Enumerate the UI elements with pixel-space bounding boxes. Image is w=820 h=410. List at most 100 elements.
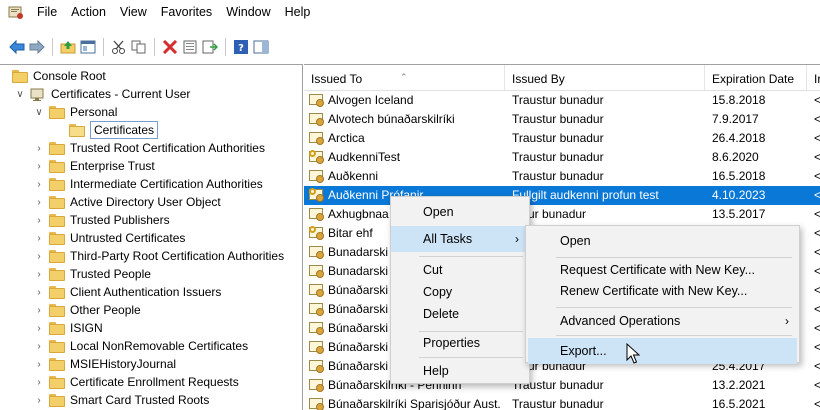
cell-expiration-date: 13.5.2017 — [712, 207, 766, 221]
column-header-label: Issued By — [512, 72, 565, 86]
table-row[interactable]: Auðkenni Prófanir Fullgilt audkenni profu… — [304, 186, 820, 205]
tree-item-store[interactable]: › Third-Party Root Certification Authori… — [33, 247, 284, 265]
tree-item-label: Enterprise Trust — [70, 159, 155, 173]
cell-issued-by: Traustur bunadur — [512, 397, 604, 410]
cell-intended-purposes: < — [814, 129, 820, 148]
menu-action[interactable]: Action — [64, 0, 113, 24]
tree-item-store[interactable]: › Enterprise Trust — [33, 157, 155, 175]
chevron-right-icon[interactable]: › — [33, 355, 45, 373]
chevron-right-icon: › — [785, 314, 789, 328]
properties-icon[interactable] — [181, 38, 199, 56]
chevron-right-icon[interactable]: › — [33, 211, 45, 229]
submenu-export[interactable]: Export... — [528, 338, 797, 364]
certificate-icon — [309, 321, 325, 336]
chevron-right-icon[interactable]: › — [33, 391, 45, 409]
chevron-right-icon[interactable]: › — [33, 229, 45, 247]
context-menu-delete[interactable]: Delete — [391, 301, 529, 327]
menu-window[interactable]: Window — [219, 0, 277, 24]
context-menu-properties[interactable]: Properties — [391, 330, 529, 356]
context-menu-help[interactable]: Help — [391, 358, 529, 384]
delete-icon[interactable] — [161, 38, 179, 56]
show-hide-tree-icon[interactable] — [79, 38, 97, 56]
action-pane-icon[interactable] — [252, 38, 270, 56]
tree-item-store[interactable]: › Certificate Enrollment Requests — [33, 373, 238, 391]
table-row[interactable]: AudkenniTest Traustur bunadur 8.6.2020 < — [304, 148, 820, 167]
back-arrow-icon[interactable] — [8, 38, 26, 56]
context-menu-all-tasks[interactable]: All Tasks › — [391, 226, 529, 252]
tree-item-store[interactable]: › Trusted People — [33, 265, 151, 283]
column-header-intended-purposes[interactable]: Ir — [807, 65, 820, 91]
tree-item-label: Third-Party Root Certification Authoriti… — [70, 249, 285, 263]
tree-item-store[interactable]: › Local NonRemovable Certificates — [33, 337, 248, 355]
chevron-right-icon[interactable]: › — [33, 247, 45, 265]
tree-item-store[interactable]: › Untrusted Certificates — [33, 229, 185, 247]
table-row[interactable]: Búnaðarskilríki - Penninn Traustur bunadu… — [304, 376, 820, 395]
column-header-expiration-date[interactable]: Expiration Date — [705, 65, 807, 91]
copy-icon[interactable] — [130, 38, 148, 56]
menu-help[interactable]: Help — [278, 0, 318, 24]
export-list-icon[interactable] — [201, 38, 219, 56]
cell-intended-purposes: < — [814, 148, 820, 167]
context-menu-open[interactable]: Open — [391, 199, 529, 225]
cell-issued-by: Traustur bunadur — [512, 112, 604, 126]
chevron-right-icon[interactable]: › — [33, 193, 45, 211]
chevron-right-icon[interactable]: › — [33, 373, 45, 391]
chevron-down-icon[interactable]: ∨ — [14, 85, 26, 103]
column-header-label: Ir — [814, 72, 820, 86]
folder-up-icon[interactable] — [59, 38, 77, 56]
table-row[interactable]: Alvogen Iceland Traustur bunadur 15.8.2018… — [304, 91, 820, 110]
chevron-right-icon[interactable]: › — [33, 157, 45, 175]
chevron-right-icon[interactable]: › — [33, 265, 45, 283]
column-header-issued-by[interactable]: Issued By — [505, 65, 705, 91]
certificate-icon — [309, 93, 325, 108]
menu-view[interactable]: View — [113, 0, 154, 24]
tree-item-label: Trusted People — [70, 267, 151, 281]
tree-item-store[interactable]: › Smart Card Trusted Roots — [33, 391, 209, 409]
tree-item-store[interactable]: › MSIEHistoryJournal — [33, 355, 176, 373]
console-tree-pane: Console Root ∨ Certificates - Current Us… — [0, 64, 303, 410]
chevron-right-icon[interactable]: › — [33, 175, 45, 193]
tree-item-store[interactable]: › Other People — [33, 301, 140, 319]
tree-item-console-root[interactable]: Console Root — [12, 67, 106, 85]
table-row[interactable]: Auðkenni Traustur bunadur 16.5.2018 < — [304, 167, 820, 186]
tree-item-current-user[interactable]: ∨ Certificates - Current User — [14, 85, 190, 103]
list-header: Issued To ⌃ Issued By Expiration Date Ir — [304, 65, 820, 91]
chevron-right-icon[interactable]: › — [33, 139, 45, 157]
tree-item-personal[interactable]: ∨ Personal — [33, 103, 117, 121]
help-icon[interactable]: ? — [232, 38, 250, 56]
context-menu: Open All Tasks › Cut Copy Delete Propert… — [390, 196, 530, 384]
certmgr-app-icon[interactable] — [8, 4, 24, 20]
tree-item-certificates[interactable]: Certificates — [69, 121, 159, 139]
table-row[interactable]: Axhugbnaaustur bunadur13.5.2017< — [304, 205, 820, 224]
chevron-right-icon[interactable]: › — [33, 337, 45, 355]
tree-item-store[interactable]: › Active Directory User Object — [33, 193, 220, 211]
chevron-right-icon[interactable]: › — [33, 283, 45, 301]
folder-icon — [49, 195, 65, 209]
cell-issued-to: Auðkenni — [328, 169, 379, 183]
certificate-icon — [309, 264, 325, 279]
table-row[interactable]: Búnaðarskilríki Sparisjóður Aust... Traus… — [304, 395, 820, 410]
cut-icon[interactable] — [110, 38, 128, 56]
tree-item-store[interactable]: › ISIGN — [33, 319, 102, 337]
submenu-renew-certificate-new-key[interactable]: Renew Certificate with New Key... — [526, 278, 799, 304]
tree-item-store[interactable]: › Trusted Root Certification Authorities — [33, 139, 265, 157]
tree-item-store[interactable]: › Client Authentication Issuers — [33, 283, 221, 301]
chevron-right-icon[interactable]: › — [33, 301, 45, 319]
table-row[interactable]: Arctica Traustur bunadur 26.4.2018 < — [304, 129, 820, 148]
tree-item-store[interactable]: › Intermediate Certification Authorities — [33, 175, 262, 193]
menu-favorites[interactable]: Favorites — [154, 0, 219, 24]
submenu-open[interactable]: Open — [526, 228, 799, 254]
cell-intended-purposes: < — [814, 186, 820, 205]
chevron-down-icon[interactable]: ∨ — [33, 103, 45, 121]
submenu-advanced-operations[interactable]: Advanced Operations › — [526, 308, 799, 334]
chevron-right-icon[interactable]: › — [33, 319, 45, 337]
tree-item-store[interactable]: › Trusted Publishers — [33, 211, 169, 229]
menu-file[interactable]: File — [30, 0, 64, 24]
table-row[interactable]: Alvotech búnaðarskilríki Traustur bunadur… — [304, 110, 820, 129]
tree-item-label: Certificates - Current User — [51, 87, 191, 101]
tree-item-label: MSIEHistoryJournal — [70, 357, 177, 371]
column-header-issued-to[interactable]: Issued To ⌃ — [304, 65, 505, 91]
tree-item-label: Untrusted Certificates — [70, 231, 186, 245]
folder-icon — [49, 285, 65, 299]
forward-arrow-icon[interactable] — [28, 38, 46, 56]
